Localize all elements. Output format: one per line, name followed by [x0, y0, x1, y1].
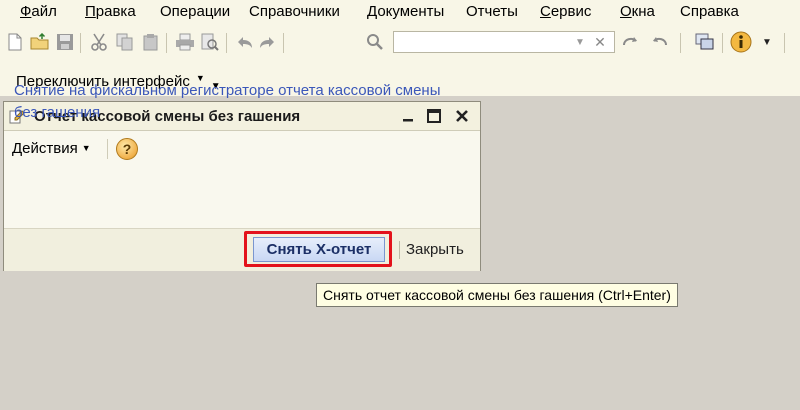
help-icon: ?: [122, 141, 132, 157]
tooltip-text: Снять отчет кассовой смены без гашения (…: [323, 287, 671, 303]
print-icon[interactable]: [174, 31, 196, 53]
save-icon[interactable]: [54, 31, 76, 53]
window-body-text: Снятие на фискальном регистраторе отчета…: [14, 82, 441, 121]
menu-accelerator: Ф: [20, 3, 32, 20]
copy-icon[interactable]: [114, 31, 136, 53]
menu-label: Справочники: [249, 3, 340, 20]
menu-label: айл: [31, 3, 57, 20]
search-combobox[interactable]: ▼ ✕: [393, 31, 615, 53]
actions-label: Действия: [12, 140, 78, 157]
cut-icon[interactable]: [88, 31, 110, 53]
new-document-icon[interactable]: [4, 31, 26, 53]
menu-label: Отчеты: [466, 3, 518, 20]
window-actions-bar: Действия ▼ ?: [4, 131, 480, 167]
toolbar-separator: [722, 33, 723, 53]
open-folder-icon[interactable]: [29, 31, 51, 53]
menu-label: Справка: [680, 3, 739, 20]
menu-help[interactable]: Справка: [680, 3, 739, 20]
menu-accelerator: П: [85, 3, 96, 20]
toolbar-separator: [226, 33, 227, 53]
menu-label: ервис: [550, 3, 592, 20]
toolbar-separator: [80, 33, 81, 53]
print-preview-icon[interactable]: [199, 31, 221, 53]
toolbar-separator: [283, 33, 284, 53]
menu-windows[interactable]: Окна: [620, 3, 655, 20]
undo-icon[interactable]: [234, 31, 256, 53]
toolbar-separator: [680, 33, 681, 53]
menu-file[interactable]: Файл: [20, 3, 57, 20]
info-icon[interactable]: [730, 31, 752, 53]
actions-separator: [107, 139, 108, 159]
menu-label: Операции: [160, 3, 231, 20]
search-icon[interactable]: [364, 31, 386, 53]
menu-bar: Файл Правка Операции Справочники Докумен…: [0, 0, 800, 26]
caret-down-icon: ▼: [81, 143, 91, 153]
menu-edit[interactable]: Правка: [85, 3, 136, 20]
search-prev-icon[interactable]: [648, 31, 670, 53]
clear-icon[interactable]: ✕: [592, 33, 608, 51]
menu-operations[interactable]: Операции: [160, 3, 230, 20]
menu-label: кна: [631, 3, 655, 20]
redo-icon[interactable]: [256, 31, 278, 53]
search-input[interactable]: [396, 33, 572, 53]
take-x-report-label: Снять Х-отчет: [266, 241, 372, 258]
windows-icon[interactable]: [694, 31, 716, 53]
menu-label: Документы: [367, 3, 445, 20]
footer-separator: [399, 241, 400, 259]
toolbar-separator: [784, 33, 785, 53]
actions-menu-button[interactable]: Действия ▼: [12, 140, 91, 157]
info-dropdown-arrow-icon[interactable]: ▼: [756, 31, 778, 53]
menu-accelerator: С: [540, 3, 551, 20]
menu-label: равка: [95, 3, 136, 20]
menu-service[interactable]: Сервис: [540, 3, 591, 20]
menu-catalogs[interactable]: Справочники: [249, 3, 340, 20]
close-button[interactable]: Закрыть: [406, 241, 464, 258]
menu-documents[interactable]: Документы: [367, 3, 444, 20]
search-next-icon[interactable]: [620, 31, 642, 53]
toolbar-separator: [166, 33, 167, 53]
paste-icon[interactable]: [140, 31, 162, 53]
chevron-down-icon[interactable]: ▼: [572, 34, 588, 50]
help-button[interactable]: ?: [116, 138, 138, 160]
take-x-report-button[interactable]: Снять Х-отчет: [253, 237, 385, 262]
menu-reports[interactable]: Отчеты: [466, 3, 518, 20]
menu-accelerator: О: [620, 3, 632, 20]
tooltip: Снять отчет кассовой смены без гашения (…: [316, 283, 678, 307]
